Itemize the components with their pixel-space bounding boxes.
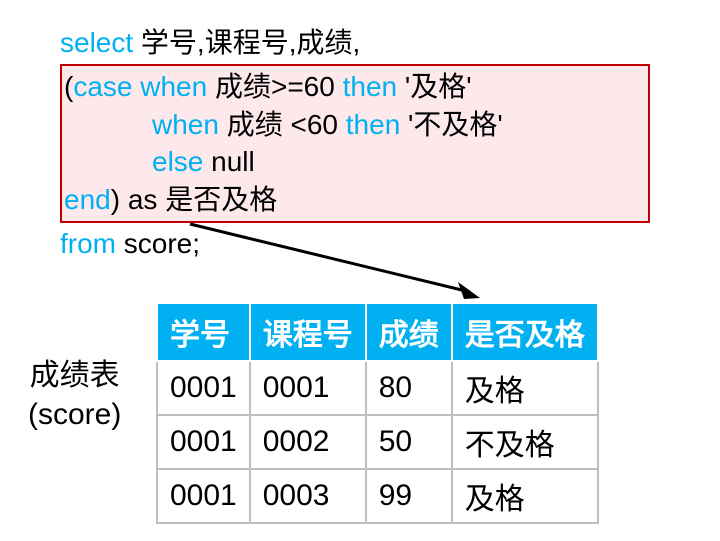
keyword-then-1: then xyxy=(343,71,398,102)
sql-line-end: end) as 是否及格 xyxy=(64,181,642,219)
cell-pass: 及格 xyxy=(452,469,598,523)
cell-pass: 及格 xyxy=(452,361,598,415)
cell-student-id: 0001 xyxy=(157,469,250,523)
keyword-select: select xyxy=(60,27,133,58)
table-header-row: 学号 课程号 成绩 是否及格 xyxy=(157,303,598,361)
table-caption-cn: 成绩表 xyxy=(28,356,121,395)
score-table: 学号 课程号 成绩 是否及格 0001 0001 80 及格 0001 0002… xyxy=(156,302,599,524)
col-header-score: 成绩 xyxy=(366,303,452,361)
cell-score: 80 xyxy=(366,361,452,415)
keyword-when-2: when xyxy=(152,109,219,140)
else-value: null xyxy=(203,146,254,177)
rparen-as: ) as xyxy=(111,184,165,215)
table-row: 0001 0002 50 不及格 xyxy=(157,415,598,469)
arrow-icon xyxy=(180,218,500,308)
select-columns: 学号,课程号,成绩, xyxy=(133,27,360,58)
col-header-course-id: 课程号 xyxy=(250,303,366,361)
sql-line-when2: when 成绩 <60 then '不及格' xyxy=(64,106,642,144)
cell-student-id: 0001 xyxy=(157,361,250,415)
table-caption-en: (score) xyxy=(28,395,121,434)
value-2: '不及格' xyxy=(400,109,502,140)
keyword-when-1: when xyxy=(132,71,207,102)
table-row: 0001 0001 80 及格 xyxy=(157,361,598,415)
condition-2: 成绩 <60 xyxy=(219,109,346,140)
score-table-wrap: 学号 课程号 成绩 是否及格 0001 0001 80 及格 0001 0002… xyxy=(156,302,599,524)
sql-line-select: select 学号,课程号,成绩, xyxy=(60,24,650,62)
keyword-else: else xyxy=(152,146,203,177)
keyword-from: from xyxy=(60,228,116,259)
keyword-case: case xyxy=(73,71,132,102)
condition-1: 成绩>=60 xyxy=(207,71,342,102)
keyword-then-2: then xyxy=(346,109,401,140)
sql-line-case: (case when 成绩>=60 then '及格' xyxy=(64,68,642,106)
cell-course-id: 0003 xyxy=(250,469,366,523)
value-1: '及格' xyxy=(397,71,471,102)
cell-score: 50 xyxy=(366,415,452,469)
cell-course-id: 0001 xyxy=(250,361,366,415)
table-caption: 成绩表 (score) xyxy=(28,356,121,434)
cell-student-id: 0001 xyxy=(157,415,250,469)
col-header-pass: 是否及格 xyxy=(452,303,598,361)
cell-score: 99 xyxy=(366,469,452,523)
lparen: ( xyxy=(64,71,73,102)
sql-line-else: else null xyxy=(64,143,642,181)
table-row: 0001 0003 99 及格 xyxy=(157,469,598,523)
cell-course-id: 0002 xyxy=(250,415,366,469)
alias-name: 是否及格 xyxy=(165,184,277,215)
cell-pass: 不及格 xyxy=(452,415,598,469)
col-header-student-id: 学号 xyxy=(157,303,250,361)
case-expression-box: (case when 成绩>=60 then '及格' when 成绩 <60 … xyxy=(60,64,650,223)
keyword-end: end xyxy=(64,184,111,215)
